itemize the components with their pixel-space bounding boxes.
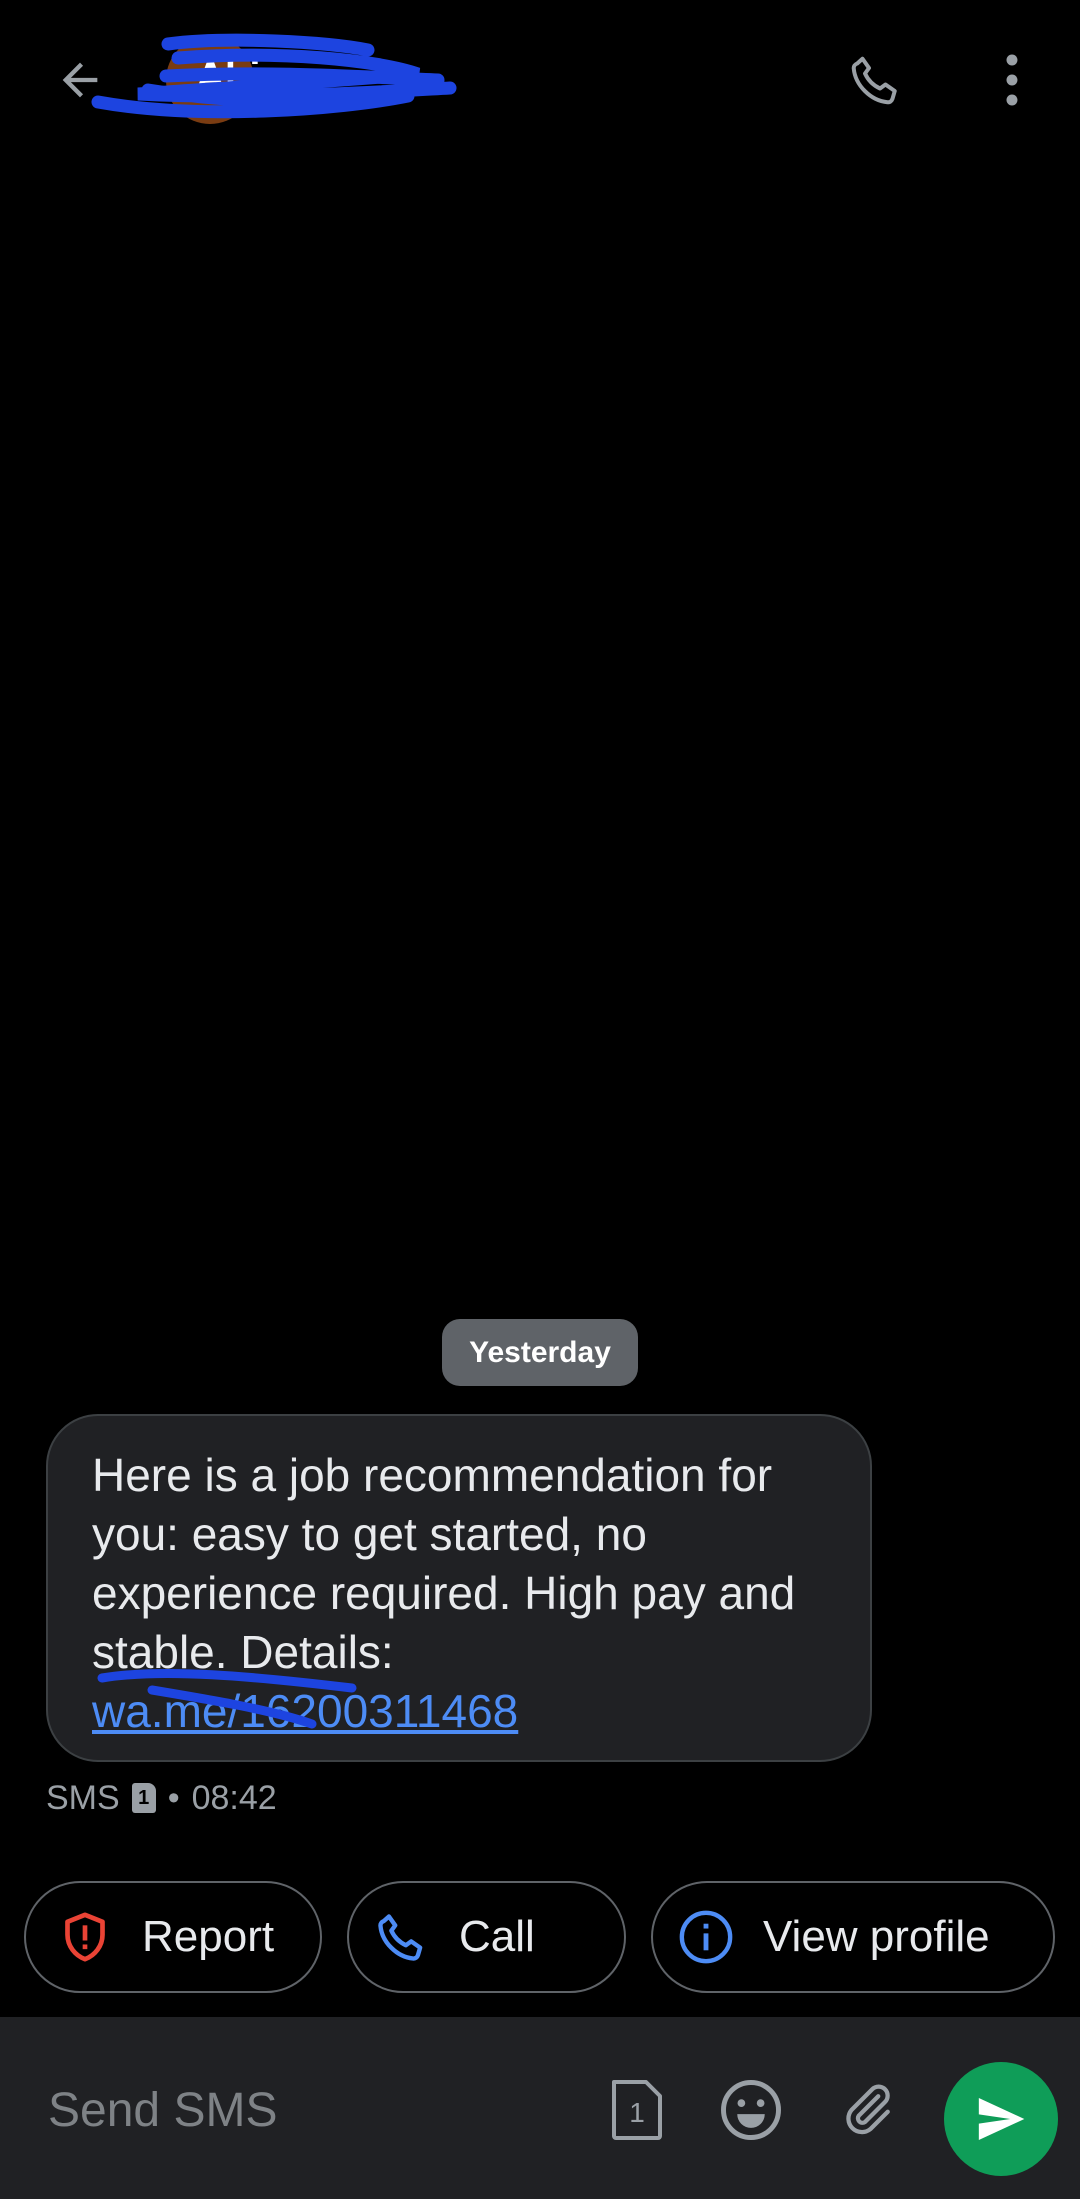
sim-select-button[interactable]: 1: [600, 2073, 674, 2147]
emoji-button[interactable]: [714, 2073, 788, 2147]
info-icon: [677, 1908, 735, 1966]
compose-bar: 1: [0, 2017, 1080, 2199]
message-channel: SMS: [46, 1778, 120, 1817]
redaction-scribble: [91, 33, 457, 119]
back-button[interactable]: [40, 40, 120, 120]
phone-icon: [851, 56, 897, 105]
message-bubble[interactable]: Here is a job recommendation for you: ea…: [46, 1414, 872, 1762]
more-vertical-icon: [1006, 54, 1018, 106]
message-link[interactable]: wa.me/16200311468: [92, 1685, 518, 1737]
send-button[interactable]: [944, 2062, 1058, 2176]
sim-card-icon: 1: [612, 2080, 662, 2140]
emoji-icon: [721, 2080, 781, 2140]
report-chip[interactable]: Report: [24, 1881, 322, 1993]
message-input[interactable]: [46, 2079, 570, 2141]
contact-name[interactable]: Abi: [196, 54, 260, 99]
call-chip-label: Call: [459, 1912, 535, 1961]
app-bar: A Abi: [0, 0, 1080, 160]
message-text: Here is a job recommendation for you: ea…: [92, 1449, 796, 1678]
meta-separator: •: [167, 1778, 180, 1817]
shield-alert-icon: [56, 1908, 114, 1966]
view-profile-chip-label: View profile: [763, 1912, 990, 1961]
more-options-button[interactable]: [972, 40, 1052, 120]
report-chip-label: Report: [142, 1912, 275, 1961]
sim-badge: 1: [131, 1783, 156, 1813]
message-meta: SMS 1 • 08:42: [46, 1776, 277, 1820]
message-time: 08:42: [191, 1778, 277, 1817]
phone-icon: [373, 1908, 431, 1966]
sim-card-number: 1: [629, 2097, 645, 2128]
attach-button[interactable]: [830, 2073, 904, 2147]
view-profile-chip[interactable]: View profile: [651, 1881, 1055, 1993]
call-button[interactable]: [832, 40, 920, 120]
call-chip[interactable]: Call: [347, 1881, 626, 1993]
send-icon: [978, 2098, 1025, 2140]
arrow-left-icon: [62, 62, 98, 98]
paperclip-icon: [846, 2084, 890, 2135]
date-divider: Yesterday: [442, 1319, 638, 1386]
